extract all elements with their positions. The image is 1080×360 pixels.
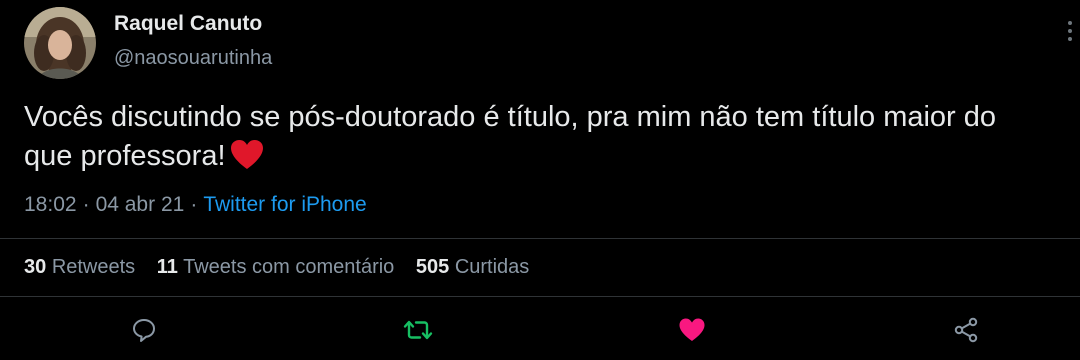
tweet-time: 18:02 <box>24 193 77 216</box>
retweet-button[interactable] <box>398 310 438 350</box>
retweet-icon <box>403 320 433 340</box>
heart-icon <box>679 318 705 341</box>
tweet-source-link[interactable]: Twitter for iPhone <box>203 193 366 216</box>
author-handle[interactable]: @naosouarutinha <box>114 47 272 70</box>
likes-stat[interactable]: 505 Curtidas <box>416 256 529 278</box>
author-name[interactable]: Raquel Canuto <box>114 12 262 36</box>
tweet-body: Vocês discutindo se pós-doutorado é títu… <box>24 101 997 172</box>
quote-tweets-count: 11 <box>156 256 178 278</box>
retweets-stat[interactable]: 30 Retweets <box>24 256 135 278</box>
red-heart-emoji-icon <box>230 139 264 171</box>
tweet-card: Raquel Canuto @naosouarutinha Vocês disc… <box>0 0 1080 360</box>
tweet-date: 04 abr 21 <box>95 193 185 216</box>
meta-separator: · <box>190 193 198 216</box>
tweet-meta: 18:02 · 04 abr 21 · Twitter for iPhone <box>24 193 367 217</box>
tweet-text: Vocês discutindo se pós-doutorado é títu… <box>24 98 1044 176</box>
divider <box>0 296 1080 297</box>
speech-bubble-icon <box>133 319 155 342</box>
share-button[interactable] <box>946 310 986 350</box>
avatar[interactable] <box>24 7 96 79</box>
quote-tweets-label: Tweets com comentário <box>183 256 395 278</box>
like-button[interactable] <box>672 310 712 350</box>
more-options-icon[interactable] <box>1066 20 1074 44</box>
share-icon <box>954 317 978 343</box>
likes-label: Curtidas <box>454 256 530 278</box>
retweets-label: Retweets <box>51 256 136 278</box>
profile-photo-icon <box>24 7 96 79</box>
action-bar <box>0 310 1080 350</box>
likes-count: 505 <box>415 256 450 278</box>
meta-separator: · <box>82 193 90 216</box>
retweets-count: 30 <box>24 256 47 278</box>
quote-tweets-stat[interactable]: 11 Tweets com comentário <box>157 256 395 278</box>
divider <box>0 238 1080 239</box>
reply-button[interactable] <box>124 310 164 350</box>
tweet-stats: 30 Retweets 11 Tweets com comentário 505… <box>24 256 545 279</box>
